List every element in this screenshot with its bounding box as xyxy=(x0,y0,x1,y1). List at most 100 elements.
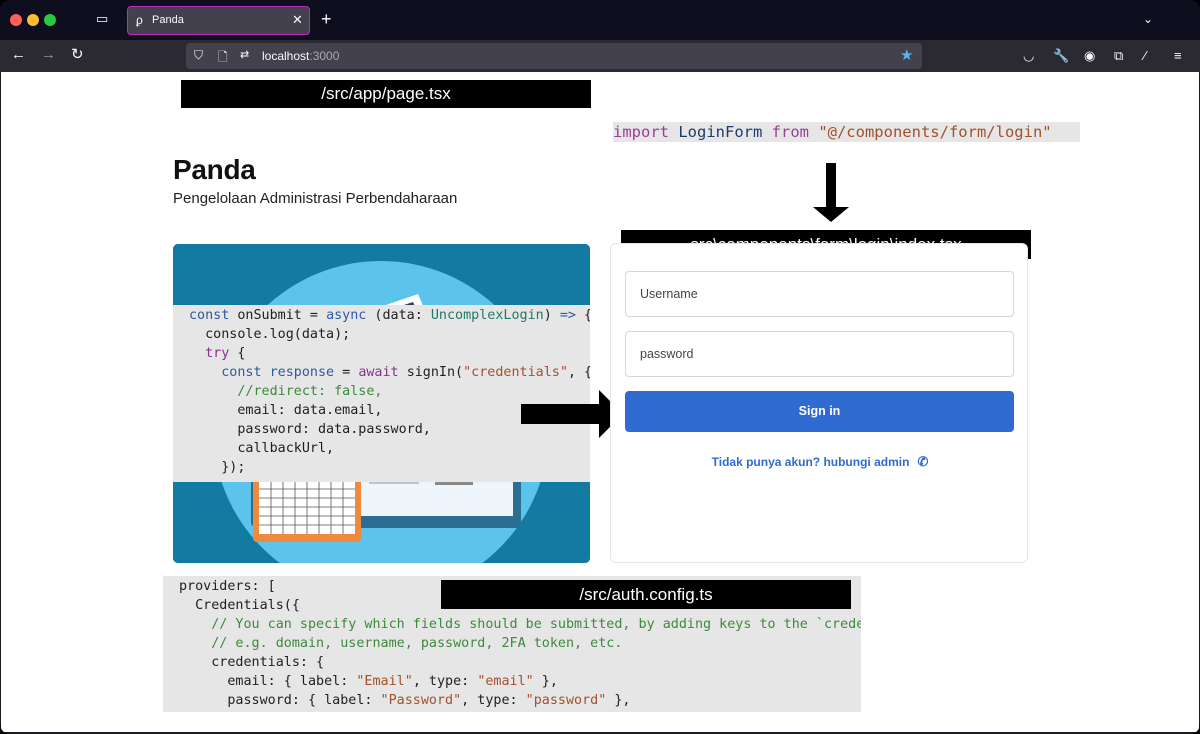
contact-admin-text[interactable]: Tidak punya akun? hubungi admin xyxy=(712,455,910,469)
menu-icon[interactable]: ≡ xyxy=(1174,48,1182,64)
code-line: email: { label: "Email", type: "email" }… xyxy=(179,672,861,691)
browser-window: ▭ ϼ Panda ✕ + ⌄ ← → ↻ ⛉ 🗋 ⇄ localhost:30… xyxy=(0,0,1200,734)
code-token: }, xyxy=(533,674,558,689)
chevron-down-icon[interactable]: ⌄ xyxy=(1143,12,1153,26)
code-token: , { xyxy=(567,365,590,380)
code-token: password: { label: xyxy=(179,693,381,708)
code-token: = xyxy=(301,308,327,323)
code-token: onSubmit xyxy=(237,308,302,323)
url-port: :3000 xyxy=(309,49,340,63)
code-line: try { xyxy=(189,344,590,363)
tab-panda[interactable]: ϼ Panda ✕ xyxy=(127,6,310,35)
window-minimize-button[interactable] xyxy=(27,14,39,26)
navigation-bar: ← → ↻ ⛉ 🗋 ⇄ localhost:3000 ★ ◡ 🔧 ◉ ⧉ ∕ ≡ xyxy=(0,40,1200,72)
code-token: const xyxy=(221,365,270,380)
code-token: password: data.password, xyxy=(189,422,431,437)
code-token: "Email" xyxy=(356,674,413,689)
page-title: Panda xyxy=(173,154,256,185)
annotation-auth-config-path: /src/auth.config.ts xyxy=(441,580,851,609)
code-token: callbackUrl, xyxy=(189,441,335,456)
account-icon[interactable]: ◉ xyxy=(1084,48,1095,64)
code-token: UncomplexLogin xyxy=(430,308,544,323)
login-form: Username password Sign in Tidak punya ak… xyxy=(610,243,1028,563)
code-token: signIn( xyxy=(406,365,464,380)
wrench-icon[interactable]: 🔧 xyxy=(1053,48,1069,64)
code-token: , type: xyxy=(461,693,526,708)
import-statement: import LoginForm from "@/components/form… xyxy=(613,122,1080,142)
code-line: const onSubmit = async (data: UncomplexL… xyxy=(189,306,590,325)
code-token: }); xyxy=(189,460,246,475)
code-token: response xyxy=(269,365,335,380)
import-keyword: import xyxy=(613,123,669,141)
code-token: "credentials" xyxy=(463,365,568,380)
code-token: "password" xyxy=(525,693,607,708)
code-token: console.log(data); xyxy=(189,327,351,342)
code-token: // You can specify which fields should b… xyxy=(179,617,861,632)
pocket-icon[interactable]: ◡ xyxy=(1023,48,1034,64)
url-host: localhost xyxy=(262,49,310,63)
code-line: credentials: { xyxy=(179,653,861,672)
plus-icon[interactable]: + xyxy=(321,9,332,29)
page-content: /src/app/page.tsx import LoginForm from … xyxy=(1,72,1199,732)
code-token: = xyxy=(334,365,359,380)
code-line: }); xyxy=(189,458,590,477)
code-token: ) xyxy=(543,308,560,323)
import-identifier: LoginForm xyxy=(669,123,772,141)
password-input[interactable]: password xyxy=(625,331,1014,377)
url-bar[interactable]: ⛉ 🗋 ⇄ localhost:3000 ★ xyxy=(186,43,922,69)
page-subtitle: Pengelolaan Administrasi Perbendaharaan xyxy=(173,190,458,207)
favicon-icon: ϼ xyxy=(136,13,143,27)
annotation-page-path: /src/app/page.tsx xyxy=(181,80,591,108)
code-token: providers: [ xyxy=(179,579,276,594)
code-token: await xyxy=(358,365,407,380)
url-text[interactable]: localhost:3000 xyxy=(262,49,339,63)
code-token: }, xyxy=(606,693,631,708)
import-path: "@/components/form/login" xyxy=(808,123,1052,141)
arrow-down-icon xyxy=(813,163,849,222)
code-token: const xyxy=(189,308,238,323)
code-token: , type: xyxy=(412,674,478,689)
page-icon[interactable]: 🗋 xyxy=(218,48,228,69)
code-token: email: data.email, xyxy=(189,403,383,418)
from-keyword: from xyxy=(771,123,809,141)
username-input[interactable]: Username xyxy=(625,271,1014,317)
code-line: callbackUrl, xyxy=(189,439,590,458)
code-token: credentials: { xyxy=(179,655,325,670)
code-token: //redirect: false, xyxy=(189,384,383,399)
code-token: try xyxy=(205,346,230,361)
code-line: // You can specify which fields should b… xyxy=(179,615,861,634)
code-token: (data: xyxy=(366,308,431,323)
shield-icon[interactable]: ⛉ xyxy=(194,48,203,63)
brush-icon[interactable]: ∕ xyxy=(1144,48,1146,64)
contact-admin-link[interactable]: Tidak punya akun? hubungi admin ✆ xyxy=(611,454,1029,470)
tab-overview-icon[interactable]: ▭ xyxy=(96,12,112,26)
signin-button[interactable]: Sign in xyxy=(625,391,1014,432)
code-token: async xyxy=(326,308,367,323)
close-icon[interactable]: ✕ xyxy=(292,12,303,28)
code-token: email: { label: xyxy=(179,674,357,689)
code-token: Credentials({ xyxy=(179,598,300,613)
code-token: "Password" xyxy=(380,693,462,708)
code-token: => xyxy=(559,308,576,323)
code-line: const response = await signIn("credentia… xyxy=(189,363,590,382)
reload-icon[interactable]: ↻ xyxy=(71,46,84,64)
arrow-right-icon xyxy=(521,390,623,438)
tab-bar: ▭ ϼ Panda ✕ + ⌄ xyxy=(0,0,1200,40)
code-line: password: { label: "Password", type: "pa… xyxy=(179,691,861,710)
back-arrow-icon[interactable]: ← xyxy=(11,46,26,64)
forward-arrow-icon[interactable]: → xyxy=(41,46,56,64)
code-token: "email" xyxy=(477,674,534,689)
code-line: // e.g. domain, username, password, 2FA … xyxy=(179,634,861,653)
phone-icon[interactable]: ✆ xyxy=(917,454,928,470)
window-maximize-button[interactable] xyxy=(44,14,56,26)
code-line: console.log(data); xyxy=(189,325,590,344)
tab-title: Panda xyxy=(152,14,184,26)
window-close-button[interactable] xyxy=(10,14,22,26)
permissions-icon[interactable]: ⇄ xyxy=(240,48,249,61)
star-icon[interactable]: ★ xyxy=(900,46,913,64)
code-token: // e.g. domain, username, password, 2FA … xyxy=(179,636,623,651)
code-token: { xyxy=(229,346,246,361)
extensions-icon[interactable]: ⧉ xyxy=(1114,48,1123,64)
